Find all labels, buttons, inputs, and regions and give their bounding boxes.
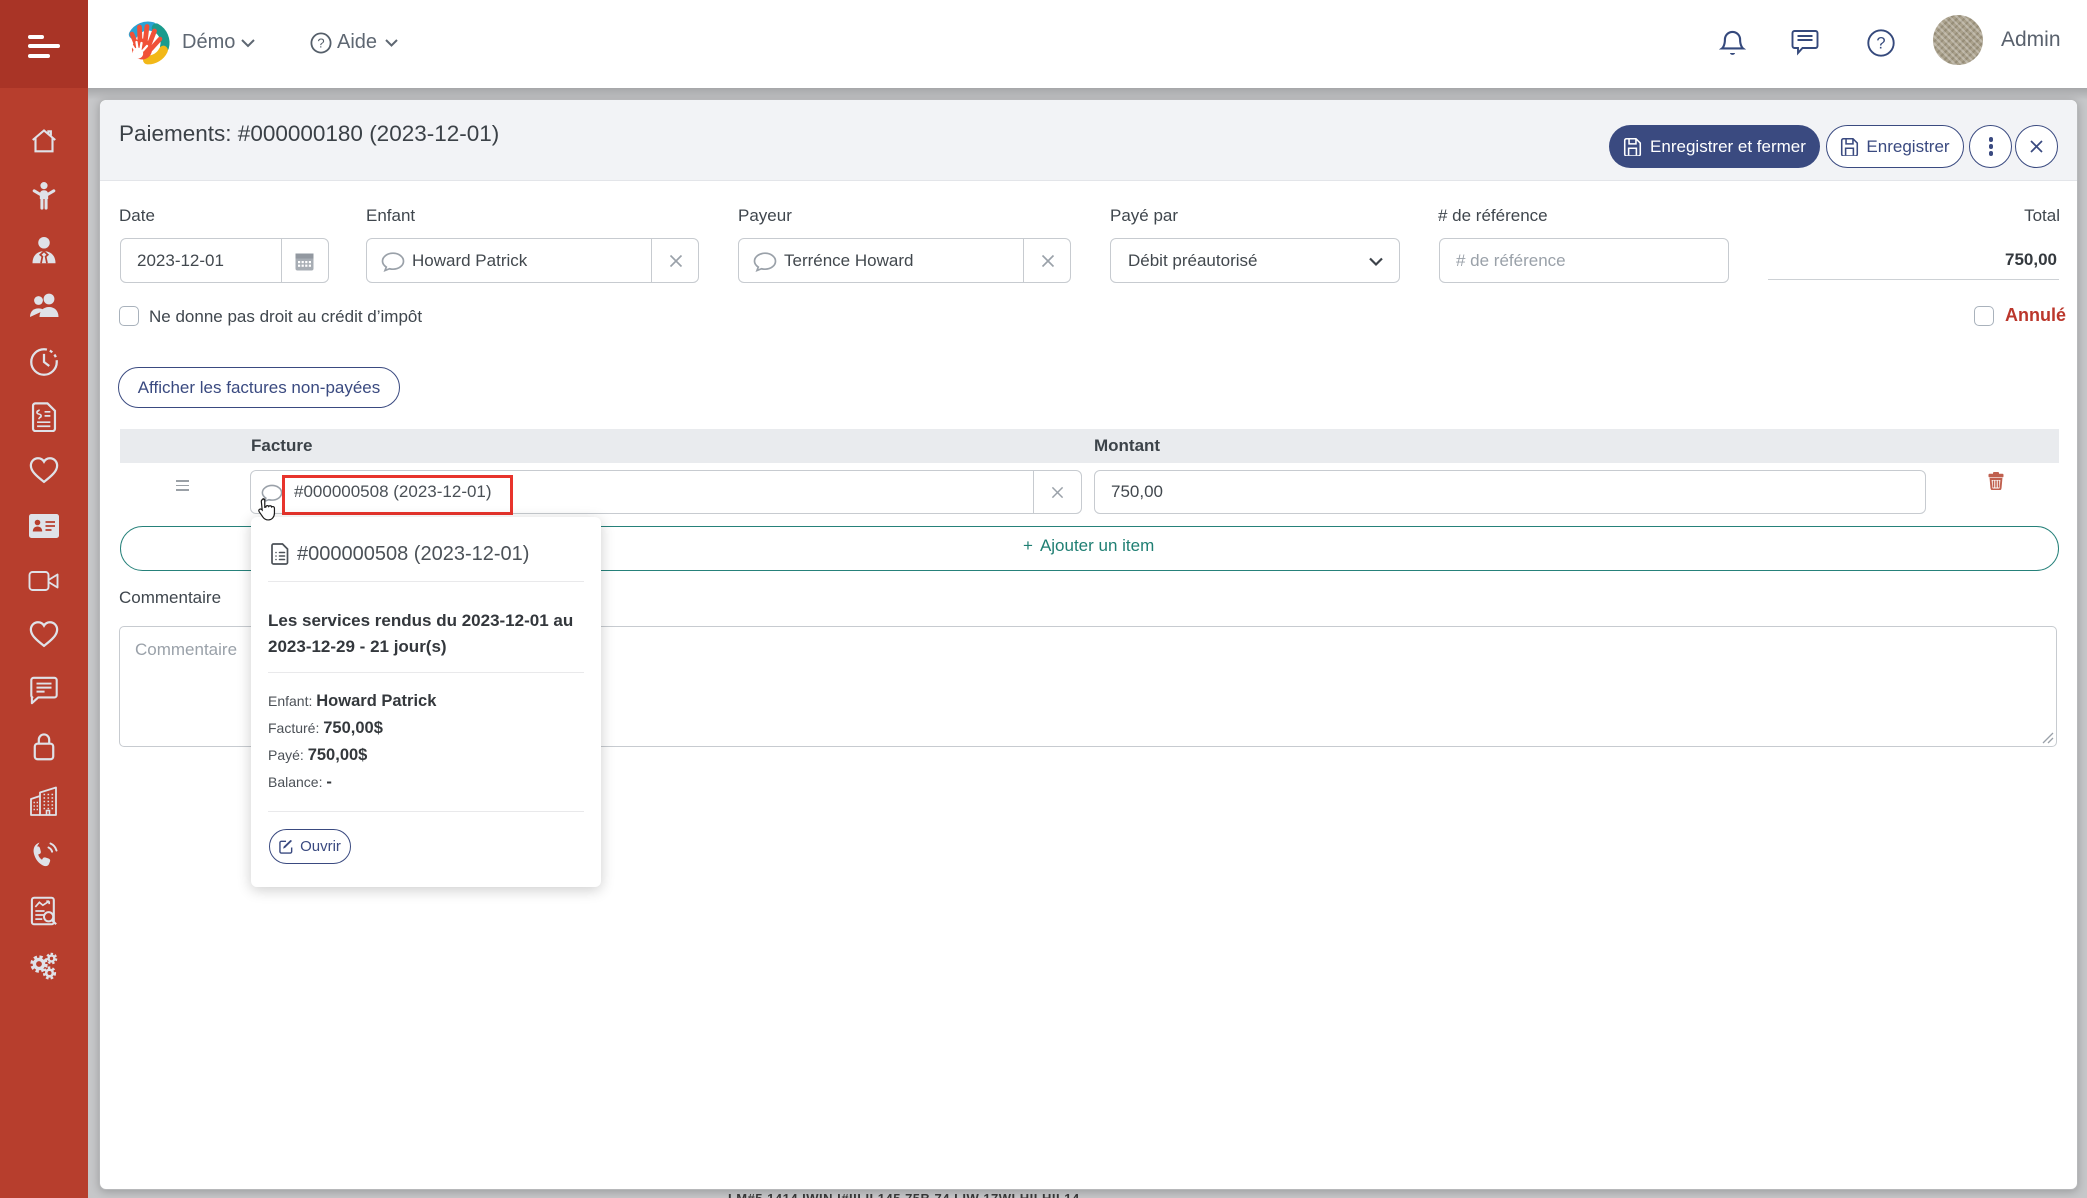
svg-text:?: ? [317, 35, 324, 50]
svg-text:?: ? [1876, 35, 1885, 53]
